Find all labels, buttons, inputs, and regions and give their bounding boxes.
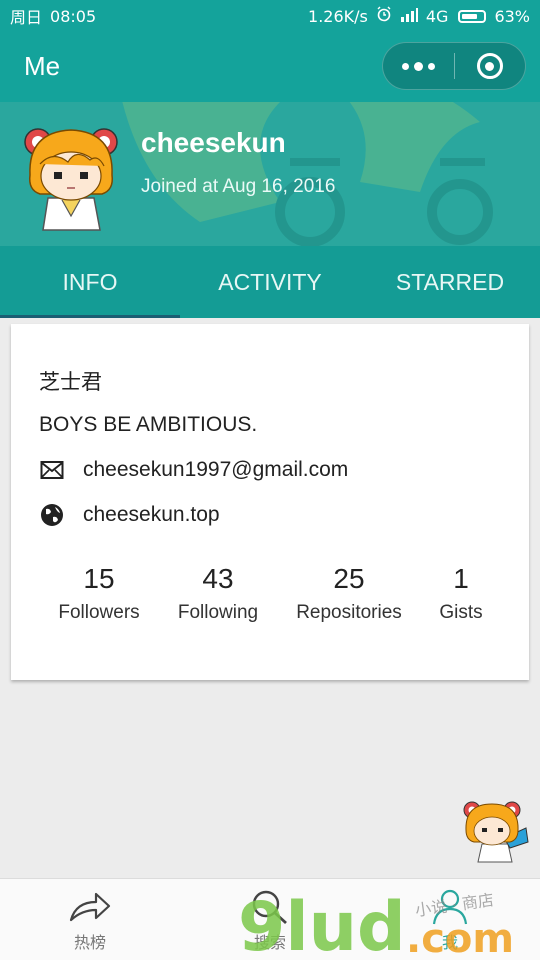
target-icon <box>476 53 503 79</box>
header-background-art <box>122 102 493 246</box>
website-row[interactable]: cheesekun.top <box>39 502 220 528</box>
more-dot-icon <box>428 62 435 70</box>
signal-icon <box>400 7 418 26</box>
email-row[interactable]: cheesekun1997@gmail.com <box>39 457 348 483</box>
email-text: cheesekun1997@gmail.com <box>83 458 349 481</box>
globe-icon <box>39 502 65 528</box>
tab-activity[interactable]: ACTIVITY <box>180 246 360 318</box>
stat-gists[interactable]: 1 Gists <box>416 562 506 624</box>
tab-info[interactable]: INFO <box>0 246 180 318</box>
nav-item-search[interactable]: 搜索 <box>180 879 360 960</box>
battery-percent: 63% <box>494 6 530 26</box>
page-title: Me <box>24 51 61 81</box>
nav-label: 我 <box>441 933 458 952</box>
status-day: 周日 <box>10 8 43 27</box>
info-card: 芝士君 BOYS BE AMBITIOUS. cheesekun1997@gma… <box>11 324 529 680</box>
stat-value: 1 <box>453 563 469 594</box>
search-icon <box>250 889 290 925</box>
bottom-nav: 热榜 搜索 我 <box>0 878 540 960</box>
joined-date: Joined at Aug 16, 2016 <box>141 176 336 197</box>
username: cheesekun <box>141 127 286 158</box>
stat-following[interactable]: 43 Following <box>158 562 278 624</box>
stat-label: Following <box>177 602 259 623</box>
stat-label: Followers <box>58 602 140 623</box>
alarm-icon <box>376 6 392 26</box>
status-bar: 周日 08:05 1.26K/s 4G 63% <box>0 0 540 32</box>
stat-value: 25 <box>333 563 365 594</box>
avatar[interactable] <box>18 120 124 232</box>
miniprogram-capsule <box>382 42 526 90</box>
bio: BOYS BE AMBITIOUS. <box>39 413 258 436</box>
profile-header: cheesekun Joined at Aug 16, 2016 <box>0 102 540 246</box>
nav-item-hot[interactable]: 热榜 <box>0 879 180 960</box>
stat-repositories[interactable]: 25 Repositories <box>283 562 415 624</box>
app-bar: Me <box>0 32 540 102</box>
stat-followers[interactable]: 15 Followers <box>39 562 159 624</box>
stat-value: 43 <box>202 563 234 594</box>
nav-item-me[interactable]: 我 <box>360 879 540 960</box>
mail-icon <box>39 457 65 483</box>
more-dot-icon <box>402 62 409 70</box>
profile-tabs: INFO ACTIVITY STARRED <box>0 246 540 318</box>
more-dot-icon <box>414 61 423 71</box>
stat-label: Gists <box>439 602 483 623</box>
share-arrow-icon <box>68 889 112 925</box>
status-time: 08:05 <box>50 6 97 26</box>
nav-label: 热榜 <box>73 933 106 952</box>
battery-icon <box>458 9 487 23</box>
person-icon <box>431 889 469 925</box>
stat-value: 15 <box>83 563 115 594</box>
stat-label: Repositories <box>296 602 402 623</box>
network-type: 4G <box>425 6 449 26</box>
more-button[interactable] <box>383 43 454 89</box>
stats-row: 15 Followers 43 Following 25 Repositorie… <box>11 562 529 642</box>
floating-mascot-button[interactable] <box>460 798 530 864</box>
website-text: cheesekun.top <box>83 503 220 526</box>
display-name: 芝士君 <box>39 370 102 394</box>
network-speed: 1.26K/s <box>308 6 368 26</box>
close-button[interactable] <box>455 43 525 89</box>
tab-starred[interactable]: STARRED <box>360 246 540 318</box>
nav-label: 搜索 <box>253 933 286 952</box>
